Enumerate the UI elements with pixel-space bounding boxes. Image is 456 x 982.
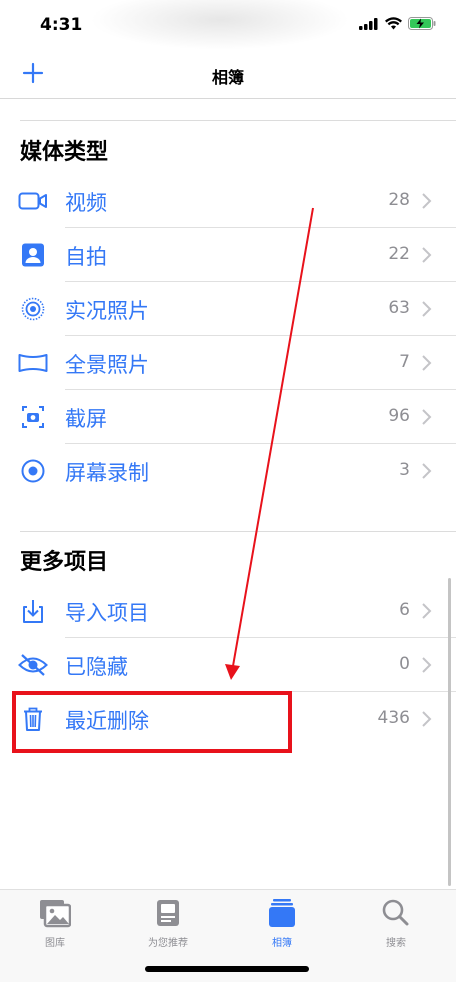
status-time: 4:31 bbox=[40, 15, 82, 35]
album-row-hidden[interactable]: 已隐藏 0 bbox=[0, 638, 456, 692]
album-label: 自拍 bbox=[65, 241, 107, 271]
tab-label: 相簿 bbox=[242, 934, 322, 949]
album-label: 已隐藏 bbox=[65, 651, 128, 681]
screen-recording-icon bbox=[18, 459, 48, 483]
album-label: 截屏 bbox=[65, 403, 107, 433]
album-label: 视频 bbox=[65, 187, 107, 217]
album-count: 6 bbox=[399, 600, 410, 620]
hidden-eye-slash-icon bbox=[18, 653, 48, 677]
photo-library-icon bbox=[39, 898, 71, 928]
section-title-media-types: 媒体类型 bbox=[20, 134, 108, 166]
tab-search[interactable]: 搜索 bbox=[356, 898, 436, 949]
album-count: 7 bbox=[399, 352, 410, 372]
chevron-right-icon bbox=[420, 192, 432, 210]
cellular-signal-icon bbox=[359, 18, 379, 30]
scrollbar[interactable] bbox=[448, 578, 451, 886]
chevron-right-icon bbox=[420, 656, 432, 674]
status-bar: 4:31 bbox=[0, 0, 456, 52]
page-title: 相簿 bbox=[0, 64, 456, 88]
selfie-portrait-icon bbox=[18, 243, 48, 267]
album-row-selfies[interactable]: 自拍 22 bbox=[0, 228, 456, 282]
battery-charging-icon bbox=[408, 17, 436, 30]
status-icons bbox=[359, 17, 436, 30]
album-label: 屏幕录制 bbox=[65, 457, 149, 487]
album-count: 3 bbox=[399, 460, 410, 480]
search-icon bbox=[380, 898, 412, 928]
albums-icon bbox=[266, 898, 298, 928]
album-row-imports[interactable]: 导入项目 6 bbox=[0, 584, 456, 638]
chevron-right-icon bbox=[420, 602, 432, 620]
album-row-live-photos[interactable]: 实况照片 63 bbox=[0, 282, 456, 336]
tab-for-you[interactable]: 为您推荐 bbox=[128, 898, 208, 949]
chevron-right-icon bbox=[420, 246, 432, 264]
annotation-highlight-box bbox=[12, 691, 292, 753]
album-label: 实况照片 bbox=[65, 295, 149, 325]
album-count: 96 bbox=[388, 406, 410, 426]
section-divider bbox=[20, 531, 456, 532]
live-photo-icon bbox=[18, 297, 48, 321]
album-row-panoramas[interactable]: 全景照片 7 bbox=[0, 336, 456, 390]
album-label: 导入项目 bbox=[65, 597, 149, 627]
section-divider bbox=[20, 120, 456, 121]
wifi-icon bbox=[385, 17, 402, 30]
tab-label: 为您推荐 bbox=[128, 934, 208, 949]
status-bar-blur bbox=[90, 0, 350, 50]
import-icon bbox=[18, 599, 48, 623]
section-title-more-items: 更多项目 bbox=[20, 544, 108, 576]
tab-label: 搜索 bbox=[356, 934, 436, 949]
album-row-screen-recordings[interactable]: 屏幕录制 3 bbox=[0, 444, 456, 498]
album-count: 63 bbox=[388, 298, 410, 318]
album-count: 436 bbox=[378, 708, 410, 728]
home-indicator[interactable] bbox=[145, 966, 309, 972]
panorama-icon bbox=[18, 351, 48, 375]
album-count: 28 bbox=[388, 190, 410, 210]
chevron-right-icon bbox=[420, 408, 432, 426]
nav-bar: 相簿 bbox=[0, 52, 456, 99]
tab-albums[interactable]: 相簿 bbox=[242, 898, 322, 949]
album-row-videos[interactable]: 视频 28 bbox=[0, 174, 456, 228]
screenshot-icon bbox=[18, 405, 48, 429]
album-count: 0 bbox=[399, 654, 410, 674]
album-row-screenshots[interactable]: 截屏 96 bbox=[0, 390, 456, 444]
album-label: 全景照片 bbox=[65, 349, 149, 379]
tab-library[interactable]: 图库 bbox=[15, 898, 95, 949]
tab-label: 图库 bbox=[15, 934, 95, 949]
album-count: 22 bbox=[388, 244, 410, 264]
video-icon bbox=[18, 189, 48, 213]
chevron-right-icon bbox=[420, 300, 432, 318]
chevron-right-icon bbox=[420, 354, 432, 372]
chevron-right-icon bbox=[420, 462, 432, 480]
for-you-icon bbox=[152, 898, 184, 928]
chevron-right-icon bbox=[420, 710, 432, 728]
